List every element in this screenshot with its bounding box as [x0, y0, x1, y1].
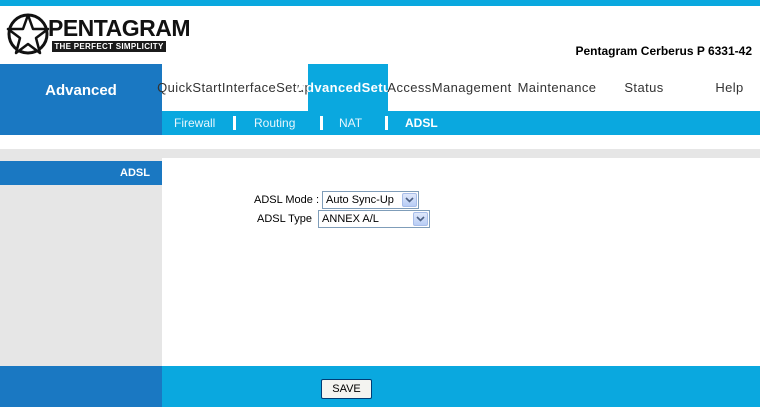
save-button[interactable]: SAVE [321, 379, 372, 399]
divider-strip [0, 149, 760, 158]
chevron-down-icon [413, 212, 429, 226]
main-nav: Advanced Quick Start Interface Setup Advan… [0, 64, 760, 111]
subtab-nat[interactable]: NAT [339, 111, 362, 135]
footer-bar: SAVE [0, 366, 760, 407]
adsl-type-value: ANNEX A/L [322, 213, 379, 225]
adsl-type-label: ADSL Type [257, 213, 313, 225]
tab-maintenance[interactable]: Maintenance [512, 64, 602, 111]
sub-nav: Firewall Routing NAT ADSL [0, 111, 760, 135]
subnav-divider [320, 116, 323, 130]
header: PENTAGRAM THE PERFECT SIMPLICITY Pentagr… [0, 6, 760, 64]
subnav-divider [385, 116, 388, 130]
tab-interface-setup[interactable]: Interface Setup [222, 64, 312, 111]
chevron-down-icon [402, 193, 418, 207]
adsl-type-row: ADSL Type ANNEX A/L [257, 210, 431, 228]
pentagram-logo: PENTAGRAM THE PERFECT SIMPLICITY [6, 12, 191, 58]
star-logo-icon [6, 13, 50, 55]
adsl-mode-select[interactable]: Auto Sync-Up [322, 191, 420, 209]
subtab-firewall[interactable]: Firewall [174, 111, 215, 135]
adsl-mode-label: ADSL Mode : [254, 194, 320, 206]
subtab-routing[interactable]: Routing [254, 111, 295, 135]
tab-advanced-setup[interactable]: Advanced Setup [296, 64, 399, 111]
tab-help[interactable]: Help [702, 64, 757, 111]
brand-name: PENTAGRAM [48, 15, 191, 41]
tab-access-management[interactable]: Access Management [387, 64, 511, 111]
sidebar: ADSL [0, 158, 162, 366]
device-model: Pentagram Cerberus P 6331-42 [575, 44, 752, 58]
subnav-divider [233, 116, 236, 130]
sidebar-title: ADSL [0, 161, 162, 185]
tab-quick-start[interactable]: Quick Start [157, 64, 221, 111]
adsl-mode-row: ADSL Mode : Auto Sync-Up [254, 191, 420, 209]
adsl-type-select[interactable]: ANNEX A/L [318, 210, 431, 228]
section-title: Advanced [0, 64, 162, 111]
tab-status[interactable]: Status [614, 64, 674, 111]
subtab-adsl[interactable]: ADSL [405, 111, 438, 135]
content-panel: ADSL Mode : Auto Sync-Up ADSL Type ANNEX… [162, 158, 760, 366]
adsl-mode-value: Auto Sync-Up [326, 194, 394, 206]
brand-tagline: THE PERFECT SIMPLICITY [52, 41, 166, 52]
